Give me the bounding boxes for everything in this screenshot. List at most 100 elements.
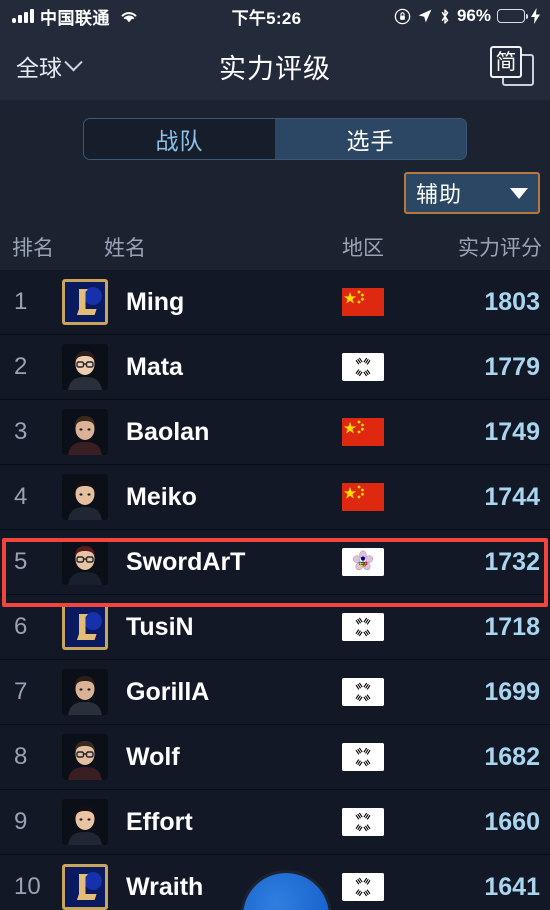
role-filter-dropdown[interactable]: 辅助 xyxy=(404,172,540,214)
battery-percent-label: 96% xyxy=(456,6,491,25)
row-rank: 8 xyxy=(14,743,28,770)
chevron-down-icon xyxy=(64,52,83,71)
row-rank: 7 xyxy=(14,678,28,705)
player-photo-avatar xyxy=(62,344,108,390)
filter-row: 辅助 xyxy=(0,160,550,224)
table-row[interactable]: 1 Ming 1803 xyxy=(0,270,550,335)
status-bar-right: 96% xyxy=(394,6,540,26)
role-filter-value: 辅助 xyxy=(416,182,463,207)
row-region xyxy=(342,808,438,836)
row-region xyxy=(342,548,438,576)
ranking-list[interactable]: 1 Ming 1803 2 Mata 1779 3 Baolan 1749 4 Meiko 1744 5… xyxy=(0,270,550,910)
player-photo-avatar xyxy=(62,474,108,520)
row-rank: 1 xyxy=(14,288,28,315)
lightning-bolt-icon xyxy=(531,8,540,24)
row-player-name: Ming xyxy=(126,287,185,316)
caret-down-icon xyxy=(510,187,528,199)
row-score: 1682 xyxy=(484,742,540,771)
table-row[interactable]: 8 Wolf 1682 xyxy=(0,725,550,790)
table-row[interactable]: 4 Meiko 1744 xyxy=(0,465,550,530)
row-rank: 10 xyxy=(14,873,41,900)
language-button-label: 简 xyxy=(490,46,522,78)
app-root: 中国联通 下午5:26 96% 全球 实力评级 简 战队 选手 辅助 排名 姓名… xyxy=(0,0,550,910)
clock-label: 下午5:26 xyxy=(231,8,302,28)
row-score: 1779 xyxy=(484,352,540,381)
row-rank: 2 xyxy=(14,353,28,380)
flag-kr-icon xyxy=(342,613,384,641)
row-rank: 5 xyxy=(14,548,28,575)
flag-cn-icon xyxy=(342,483,384,511)
row-region xyxy=(342,353,438,381)
row-rank: 4 xyxy=(14,483,28,510)
row-player-name: SwordArT xyxy=(126,547,246,576)
flag-kr-icon xyxy=(342,743,384,771)
status-bar: 中国联通 下午5:26 96% xyxy=(0,0,550,32)
lol-logo-avatar xyxy=(62,604,108,650)
table-row[interactable]: 3 Baolan 1749 xyxy=(0,400,550,465)
flag-tw-icon xyxy=(342,548,384,576)
table-row[interactable]: 5 SwordArT 1732 xyxy=(0,530,550,595)
player-photo-avatar xyxy=(62,409,108,455)
region-selector-button[interactable]: 全球 xyxy=(16,49,83,83)
row-rank: 6 xyxy=(14,613,28,640)
row-score: 1749 xyxy=(484,417,540,446)
row-rank: 3 xyxy=(14,418,28,445)
flag-cn-icon xyxy=(342,418,384,446)
battery-icon xyxy=(497,9,528,23)
rotation-lock-icon xyxy=(394,8,411,25)
row-region xyxy=(342,873,438,901)
row-score: 1744 xyxy=(484,482,540,511)
player-photo-avatar xyxy=(62,799,108,845)
row-region xyxy=(342,483,438,511)
row-score: 1660 xyxy=(484,807,540,836)
column-header-region: 地区 xyxy=(342,237,384,260)
table-row[interactable]: 6 TusiN 1718 xyxy=(0,595,550,660)
lol-logo-avatar xyxy=(62,864,108,910)
row-player-name: Baolan xyxy=(126,417,210,446)
row-score: 1803 xyxy=(484,287,540,316)
tabs-container: 战队 选手 xyxy=(0,100,550,160)
row-player-name: Wolf xyxy=(126,742,180,771)
tab-teams[interactable]: 战队 xyxy=(84,119,275,159)
row-score: 1718 xyxy=(484,612,540,641)
bluetooth-icon xyxy=(439,8,451,25)
column-header-name: 姓名 xyxy=(104,237,146,260)
row-region xyxy=(342,743,438,771)
page-title: 实力评级 xyxy=(219,53,331,84)
row-region xyxy=(342,678,438,706)
segmented-control: 战队 选手 xyxy=(83,118,467,160)
row-score: 1641 xyxy=(484,872,540,901)
row-player-name: GorillA xyxy=(126,677,210,706)
column-header-score: 实力评分 xyxy=(458,237,542,260)
flag-kr-icon xyxy=(342,873,384,901)
row-player-name: TusiN xyxy=(126,612,194,641)
nav-bar: 全球 实力评级 简 xyxy=(0,32,550,100)
table-row[interactable]: 7 GorillA 1699 xyxy=(0,660,550,725)
player-photo-avatar xyxy=(62,734,108,780)
flag-kr-icon xyxy=(342,808,384,836)
signal-bars-icon xyxy=(12,8,34,23)
row-player-name: Effort xyxy=(126,807,193,836)
row-rank: 9 xyxy=(14,808,28,835)
player-photo-avatar xyxy=(62,669,108,715)
language-toggle-button[interactable]: 简 xyxy=(490,44,534,88)
carrier-label: 中国联通 xyxy=(40,8,110,28)
row-region xyxy=(342,288,438,316)
region-label: 全球 xyxy=(16,55,62,81)
row-score: 1699 xyxy=(484,677,540,706)
tab-players[interactable]: 选手 xyxy=(275,119,466,159)
table-row[interactable]: 9 Effort 1660 xyxy=(0,790,550,855)
flag-kr-icon xyxy=(342,678,384,706)
column-header-rank: 排名 xyxy=(12,237,54,260)
location-arrow-icon xyxy=(417,8,433,24)
row-region xyxy=(342,613,438,641)
flag-cn-icon xyxy=(342,288,384,316)
row-player-name: Mata xyxy=(126,352,183,381)
row-score: 1732 xyxy=(484,547,540,576)
status-bar-left: 中国联通 xyxy=(12,4,139,29)
row-region xyxy=(342,418,438,446)
row-player-name: Meiko xyxy=(126,482,197,511)
table-row[interactable]: 2 Mata 1779 xyxy=(0,335,550,400)
flag-kr-icon xyxy=(342,353,384,381)
player-photo-avatar xyxy=(62,539,108,585)
